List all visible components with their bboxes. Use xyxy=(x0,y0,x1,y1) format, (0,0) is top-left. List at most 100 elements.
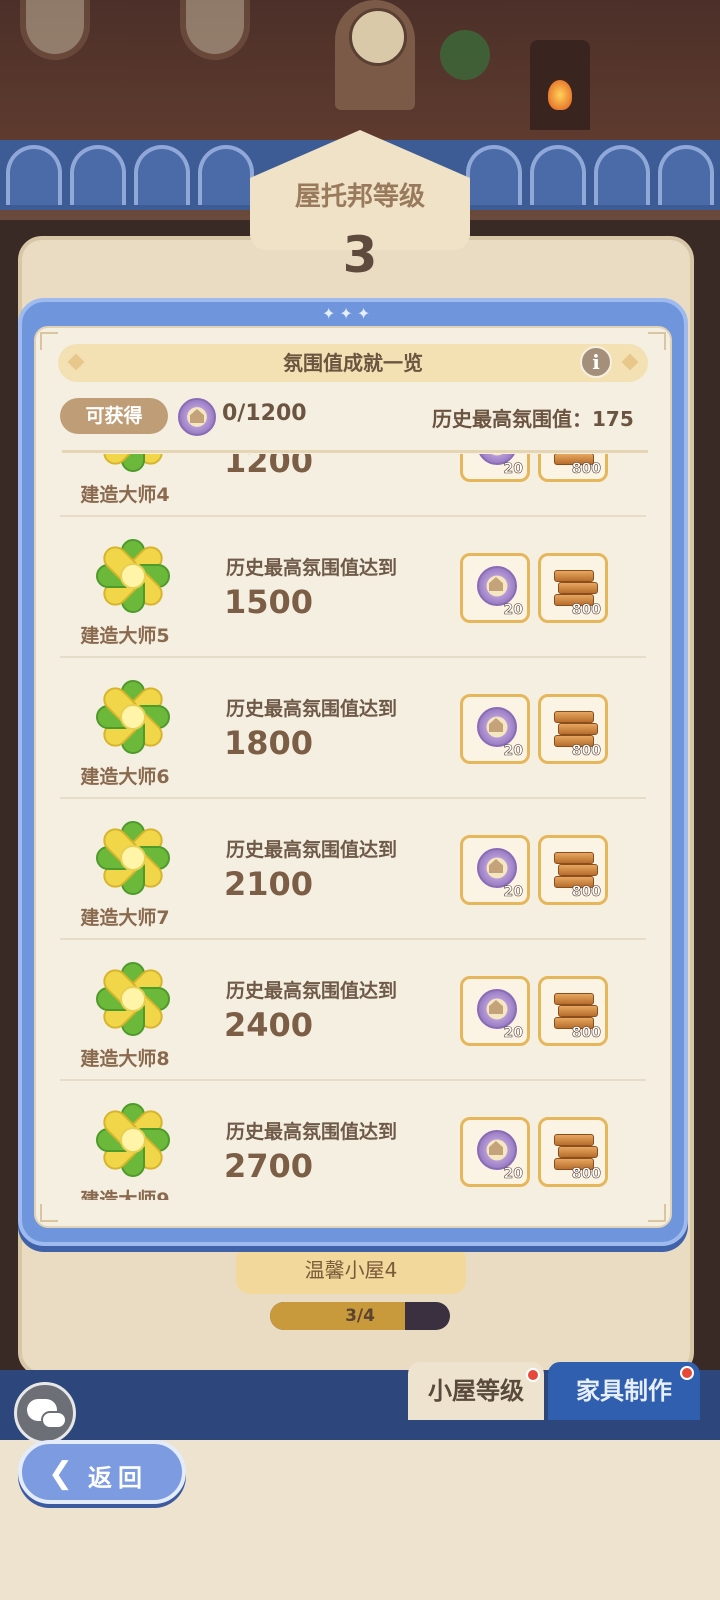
obtainable-label: 可获得 xyxy=(60,398,168,434)
reward-wood-item[interactable]: 800 xyxy=(538,694,608,764)
corner-deco xyxy=(648,332,666,350)
reward-count: 800 xyxy=(571,1025,601,1042)
scallop-deco xyxy=(466,145,522,205)
scallop-deco xyxy=(134,145,190,205)
back-button-label: 返回 xyxy=(88,1464,148,1492)
achievement-name: 建造大师8 xyxy=(80,1048,170,1070)
chat-button[interactable] xyxy=(14,1382,76,1444)
back-arrow-icon: ❮ xyxy=(48,1456,74,1491)
scallop-deco xyxy=(594,145,650,205)
corner-deco xyxy=(40,332,58,350)
grandfather-clock xyxy=(335,0,415,110)
reward-badge-item[interactable]: 20 xyxy=(460,835,530,905)
achievement-row: 建造大师7 历史最高氛围值达到 2100 20 800 xyxy=(60,799,646,940)
tab-house-level[interactable]: 小屋等级 xyxy=(408,1362,544,1420)
reward-count: 20 xyxy=(503,461,523,478)
reward-badge-item[interactable]: 20 xyxy=(460,1117,530,1187)
corner-deco xyxy=(648,1204,666,1222)
back-button[interactable]: ❮ 返回 xyxy=(18,1440,186,1504)
tab-house-level-label: 小屋等级 xyxy=(428,1377,524,1405)
potted-plant xyxy=(440,30,490,80)
achievement-target-value: 1200 xyxy=(224,454,314,480)
reward-badge-item[interactable]: 20 xyxy=(460,694,530,764)
scallop-deco xyxy=(658,145,714,205)
utopia-level-title: 屋托邦等级 xyxy=(294,182,425,212)
achievement-row: 建造大师8 历史最高氛围值达到 2400 20 800 xyxy=(60,940,646,1081)
reward-count: 20 xyxy=(503,743,523,760)
info-icon[interactable]: i xyxy=(580,346,612,378)
reward-count: 20 xyxy=(503,884,523,901)
reward-wood-item[interactable]: 800 xyxy=(538,454,608,482)
fireplace xyxy=(530,40,590,130)
room-window xyxy=(180,0,250,60)
scallop-deco xyxy=(530,145,586,205)
tab-furniture-craft[interactable]: 家具制作 xyxy=(548,1362,700,1420)
room-window xyxy=(20,0,90,60)
reward-wood-item[interactable]: 800 xyxy=(538,553,608,623)
modal-title: 氛围值成就一览 xyxy=(283,351,423,375)
achievement-target-value: 1500 xyxy=(224,583,314,621)
reward-wood-item[interactable]: 800 xyxy=(538,976,608,1046)
reward-badge-item[interactable]: 20 xyxy=(460,553,530,623)
achievement-target-value: 2700 xyxy=(224,1147,314,1185)
flower-badge-icon xyxy=(96,680,170,754)
utopia-level-value: 3 xyxy=(342,226,378,284)
achievement-description: 历史最高氛围值达到 xyxy=(226,839,398,861)
flower-badge-icon xyxy=(96,454,170,472)
achievement-name: 建造大师7 xyxy=(80,907,170,929)
scallop-deco xyxy=(70,145,126,205)
cozy-house-label: 温馨小屋4 xyxy=(236,1246,466,1294)
chat-bubble-icon xyxy=(41,1411,67,1429)
reward-count: 800 xyxy=(571,461,601,478)
modal-header-bar: 氛围值成就一览 xyxy=(58,344,648,382)
reward-count: 800 xyxy=(571,743,601,760)
reward-wood-item[interactable]: 800 xyxy=(538,835,608,905)
notification-dot xyxy=(526,1368,540,1382)
reward-count: 20 xyxy=(503,602,523,619)
achievement-target-value: 2100 xyxy=(224,865,314,903)
reward-count: 800 xyxy=(571,602,601,619)
achievement-name: 建造大师9 xyxy=(80,1189,170,1200)
divider xyxy=(62,450,648,453)
reward-count: 20 xyxy=(503,1166,523,1183)
achievement-description: 历史最高氛围值达到 xyxy=(226,698,398,720)
achievement-name: 建造大师6 xyxy=(80,766,170,788)
achievement-row: 建造大师5 历史最高氛围值达到 1500 20 800 xyxy=(60,517,646,658)
reward-count: 20 xyxy=(503,1025,523,1042)
history-highest-value: 历史最高氛围值：175 xyxy=(432,407,634,431)
flower-badge-icon xyxy=(96,962,170,1036)
achievement-row: 建造大师6 历史最高氛围值达到 1800 20 800 xyxy=(60,658,646,799)
achievement-list[interactable]: 建造大师4 历史最高氛围值达到 1200 20 800 建造大师5 历史最高氛围值达到 150… xyxy=(40,454,666,1200)
scallop-deco xyxy=(198,145,254,205)
reward-count: 800 xyxy=(571,1166,601,1183)
notification-dot xyxy=(680,1366,694,1380)
house-badge-icon xyxy=(178,398,216,436)
achievement-row: 建造大师4历史最高氛围值达到120020800 xyxy=(60,454,646,517)
tab-furniture-craft-label: 家具制作 xyxy=(576,1377,672,1405)
achievement-target-value: 2400 xyxy=(224,1006,314,1044)
reward-badge-item[interactable]: 20 xyxy=(460,976,530,1046)
achievement-name: 建造大师4 xyxy=(80,484,170,506)
obtainable-progress: 0/1200 xyxy=(222,401,307,426)
house-badge-icon xyxy=(477,707,517,747)
achievement-description: 历史最高氛围值达到 xyxy=(226,1121,398,1143)
house-badge-icon xyxy=(477,566,517,606)
achievement-target-value: 1800 xyxy=(224,724,314,762)
flower-badge-icon xyxy=(96,1103,170,1177)
achievement-name: 建造大师5 xyxy=(80,625,170,647)
modal-sparkle-deco: ✦✦✦ xyxy=(322,304,375,323)
scallop-deco xyxy=(6,145,62,205)
achievement-row: 建造大师9 历史最高氛围值达到 2700 20 800 xyxy=(60,1081,646,1200)
house-badge-icon xyxy=(477,848,517,888)
house-badge-icon xyxy=(477,1130,517,1170)
corner-deco xyxy=(40,1204,58,1222)
cozy-progress-text: 3/4 xyxy=(345,1306,375,1326)
achievement-description: 历史最高氛围值达到 xyxy=(226,980,398,1002)
cozy-house-progress: 3/4 xyxy=(270,1302,450,1330)
flower-badge-icon xyxy=(96,821,170,895)
house-badge-icon xyxy=(477,989,517,1029)
reward-badge-item[interactable]: 20 xyxy=(460,454,530,482)
flower-badge-icon xyxy=(96,539,170,613)
reward-wood-item[interactable]: 800 xyxy=(538,1117,608,1187)
reward-count: 800 xyxy=(571,884,601,901)
